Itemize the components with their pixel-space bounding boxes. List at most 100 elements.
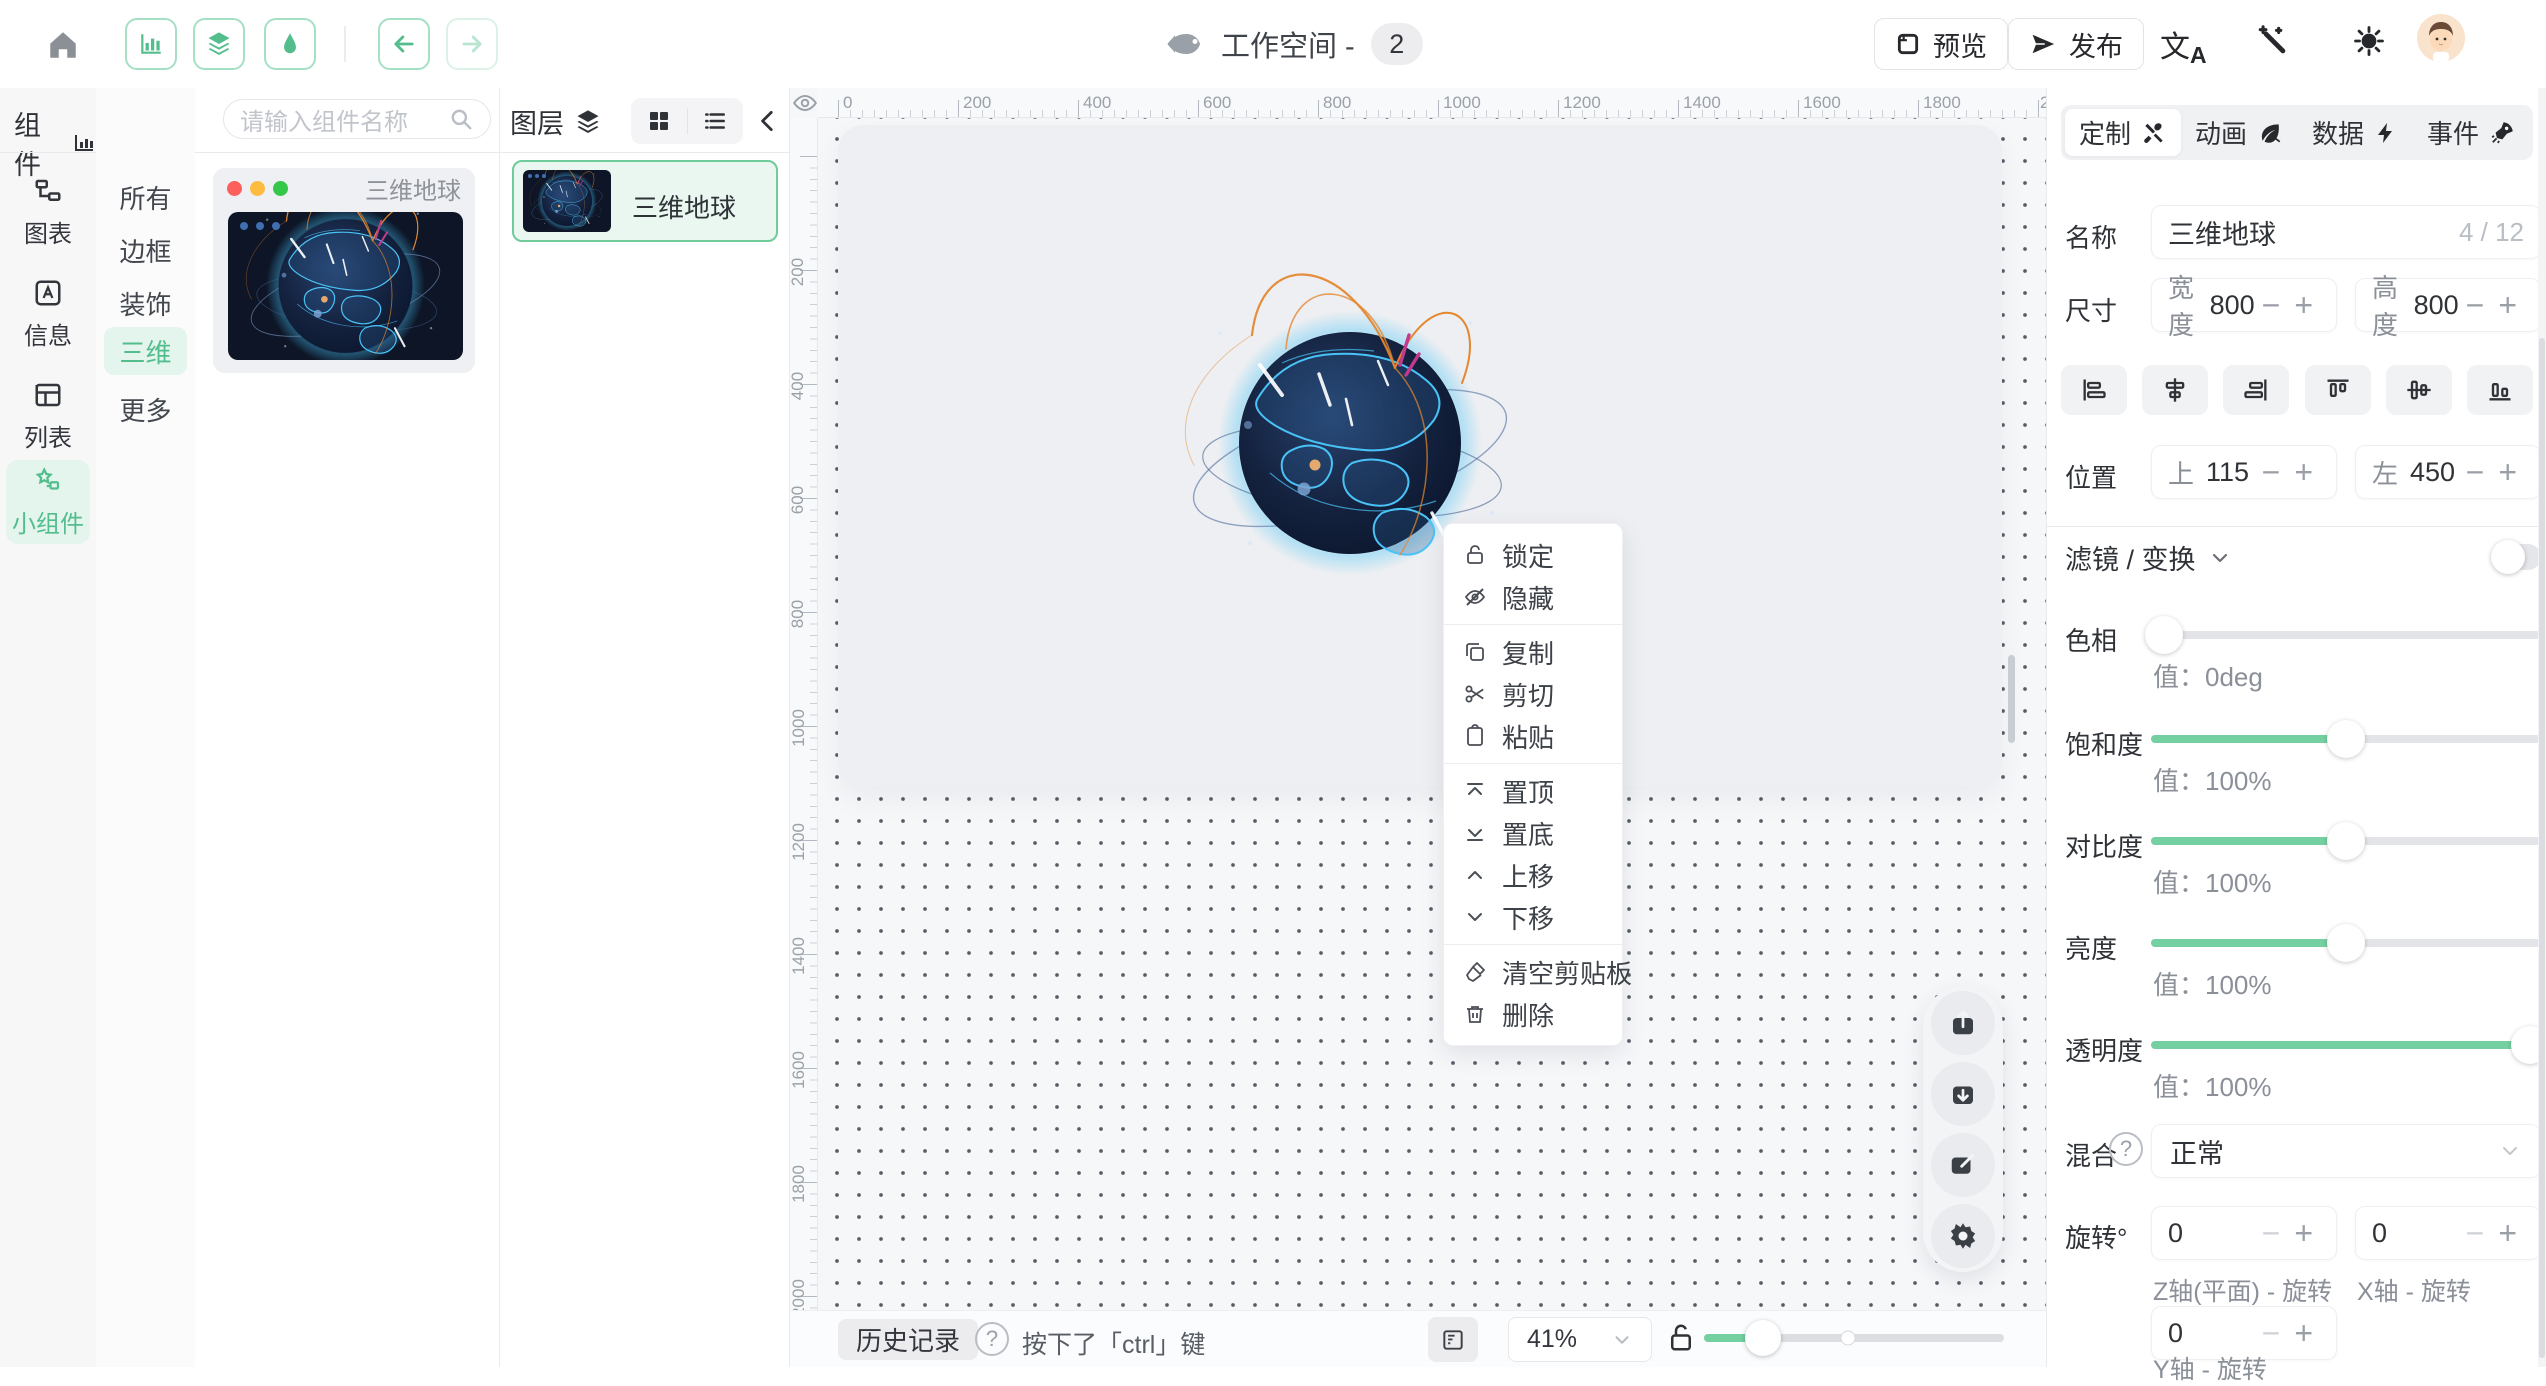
translate-icon[interactable]: 文A — [2160, 22, 2207, 69]
edit-button[interactable] — [1931, 1133, 1995, 1197]
align-center-vertical-button[interactable] — [2386, 365, 2452, 415]
position-top-stepper[interactable]: 上 115 − + — [2151, 445, 2337, 499]
list-view-button[interactable] — [688, 98, 744, 144]
help-icon[interactable]: ? — [975, 1322, 1009, 1356]
category-border[interactable]: 边框 — [104, 226, 187, 274]
minus-button[interactable]: − — [2255, 289, 2288, 321]
tab-customize[interactable]: 定制 — [2065, 109, 2181, 156]
publish-button[interactable]: 发布 — [2008, 18, 2144, 70]
blend-select[interactable]: 正常 — [2151, 1124, 2541, 1178]
theme-sun-icon[interactable] — [2352, 24, 2386, 58]
search-input[interactable]: 请输入组件名称 — [223, 99, 491, 139]
ruler-label: 800 — [788, 600, 808, 628]
redo-button[interactable] — [446, 18, 498, 70]
slider-thumb[interactable] — [2145, 616, 2183, 654]
inspector-scrollbar[interactable] — [2538, 88, 2546, 1367]
canvas-area[interactable]: 0 200 400 600 800 1000 1200 1400 1600 18… — [790, 88, 2046, 1367]
export-button[interactable] — [1931, 991, 1995, 1055]
undo-button[interactable] — [378, 18, 430, 70]
collapse-panel-icon[interactable] — [755, 108, 781, 134]
menu-item-lock[interactable]: 锁定 — [1444, 534, 1622, 576]
component-card-3d-earth[interactable]: 三维地球 — [213, 168, 475, 373]
minus-button[interactable]: − — [2255, 1317, 2288, 1349]
minus-button[interactable]: − — [2255, 456, 2288, 488]
brightness-slider[interactable] — [2151, 939, 2541, 947]
menu-item-delete[interactable]: 删除 — [1444, 993, 1622, 1035]
plus-button[interactable]: + — [2491, 456, 2524, 488]
minus-button[interactable]: − — [2459, 289, 2492, 321]
unlock-icon[interactable] — [1666, 1321, 1696, 1355]
zoom-slider-thumb[interactable] — [1745, 1320, 1781, 1356]
category-3d[interactable]: 三维 — [104, 327, 187, 375]
rotate-z-stepper[interactable]: 0 − + — [2151, 1206, 2337, 1260]
sidebar-item-widgets[interactable]: 小组件 — [6, 460, 90, 544]
menu-item-cut[interactable]: 剪切 — [1444, 673, 1622, 715]
tab-data[interactable]: 数据 — [2297, 109, 2413, 156]
chart-panel-button[interactable] — [125, 18, 177, 70]
height-stepper[interactable]: 高度 800 − + — [2355, 278, 2541, 332]
position-left-stepper[interactable]: 左 450 − + — [2355, 445, 2541, 499]
slider-thumb[interactable] — [2327, 822, 2365, 860]
history-button[interactable]: 历史记录 — [838, 1319, 978, 1360]
menu-item-move-down[interactable]: 下移 — [1444, 896, 1622, 938]
name-input[interactable]: 三维地球 4 / 12 — [2151, 205, 2541, 259]
blend-help-icon[interactable]: ? — [2109, 1132, 2143, 1166]
align-bottom-button[interactable] — [2467, 365, 2533, 415]
menu-item-clear-clipboard[interactable]: 清空剪贴板 — [1444, 951, 1622, 993]
align-right-button[interactable] — [2223, 365, 2289, 415]
plus-button[interactable]: + — [2491, 289, 2524, 321]
theme-panel-button[interactable] — [264, 18, 316, 70]
filter-toggle[interactable] — [2493, 544, 2541, 570]
canvas-scrollbar[interactable] — [2008, 655, 2015, 743]
detail-panel-button[interactable] — [1428, 1317, 1478, 1362]
filter-section-header[interactable]: 滤镜 / 变换 — [2065, 538, 2232, 577]
menu-item-paste[interactable]: 粘贴 — [1444, 715, 1622, 757]
scrollbar-thumb[interactable] — [2539, 338, 2545, 1358]
sidebar-item-charts[interactable]: 图表 — [6, 170, 90, 254]
align-left-button[interactable] — [2061, 365, 2127, 415]
minus-button[interactable]: − — [2459, 1217, 2492, 1249]
contrast-slider[interactable] — [2151, 837, 2541, 845]
menu-item-hide[interactable]: 隐藏 — [1444, 576, 1622, 618]
avatar[interactable] — [2417, 14, 2465, 62]
home-icon[interactable] — [46, 28, 80, 62]
hue-slider[interactable] — [2151, 631, 2541, 639]
plus-button[interactable]: + — [2287, 289, 2320, 321]
menu-item-send-to-back[interactable]: 置底 — [1444, 812, 1622, 854]
settings-button[interactable] — [1931, 1204, 1995, 1268]
preview-button[interactable]: 预览 — [1874, 18, 2008, 70]
menu-item-move-up[interactable]: 上移 — [1444, 854, 1622, 896]
category-decoration[interactable]: 装饰 — [104, 279, 187, 327]
slider-thumb[interactable] — [2327, 924, 2365, 962]
zoom-slider[interactable] — [1704, 1334, 2004, 1342]
zoom-select[interactable]: 41% — [1508, 1317, 1652, 1362]
ruler-visibility-eye-icon[interactable] — [792, 90, 818, 116]
minus-button[interactable]: − — [2459, 456, 2492, 488]
align-top-button[interactable] — [2305, 365, 2371, 415]
width-stepper[interactable]: 宽度 800 − + — [2151, 278, 2337, 332]
tab-events[interactable]: 事件 — [2413, 109, 2529, 156]
menu-item-bring-to-front[interactable]: 置顶 — [1444, 770, 1622, 812]
plus-button[interactable]: + — [2287, 456, 2320, 488]
opacity-slider[interactable] — [2151, 1041, 2541, 1049]
tab-animation[interactable]: 动画 — [2181, 109, 2297, 156]
menu-item-copy[interactable]: 复制 — [1444, 631, 1622, 673]
sidebar-item-list[interactable]: 列表 — [6, 374, 90, 458]
align-center-horizontal-button[interactable] — [2142, 365, 2208, 415]
layer-item-3d-earth[interactable]: 三维地球 — [512, 160, 778, 242]
sidebar-item-info[interactable]: 信息 — [6, 272, 90, 356]
slider-thumb[interactable] — [2327, 720, 2365, 758]
layers-panel-button[interactable] — [193, 18, 245, 70]
grid-view-button[interactable] — [631, 98, 687, 144]
workspace-badge[interactable]: 2 — [1371, 23, 1423, 65]
magic-wand-icon[interactable] — [2256, 24, 2290, 58]
minus-button[interactable]: − — [2255, 1217, 2288, 1249]
category-more[interactable]: 更多 — [104, 385, 187, 433]
saturation-slider[interactable] — [2151, 735, 2541, 743]
rotate-x-stepper[interactable]: 0 − + — [2355, 1206, 2541, 1260]
plus-button[interactable]: + — [2287, 1217, 2320, 1249]
category-all[interactable]: 所有 — [104, 173, 187, 221]
plus-button[interactable]: + — [2491, 1217, 2524, 1249]
plus-button[interactable]: + — [2287, 1317, 2320, 1349]
import-button[interactable] — [1931, 1062, 1995, 1126]
